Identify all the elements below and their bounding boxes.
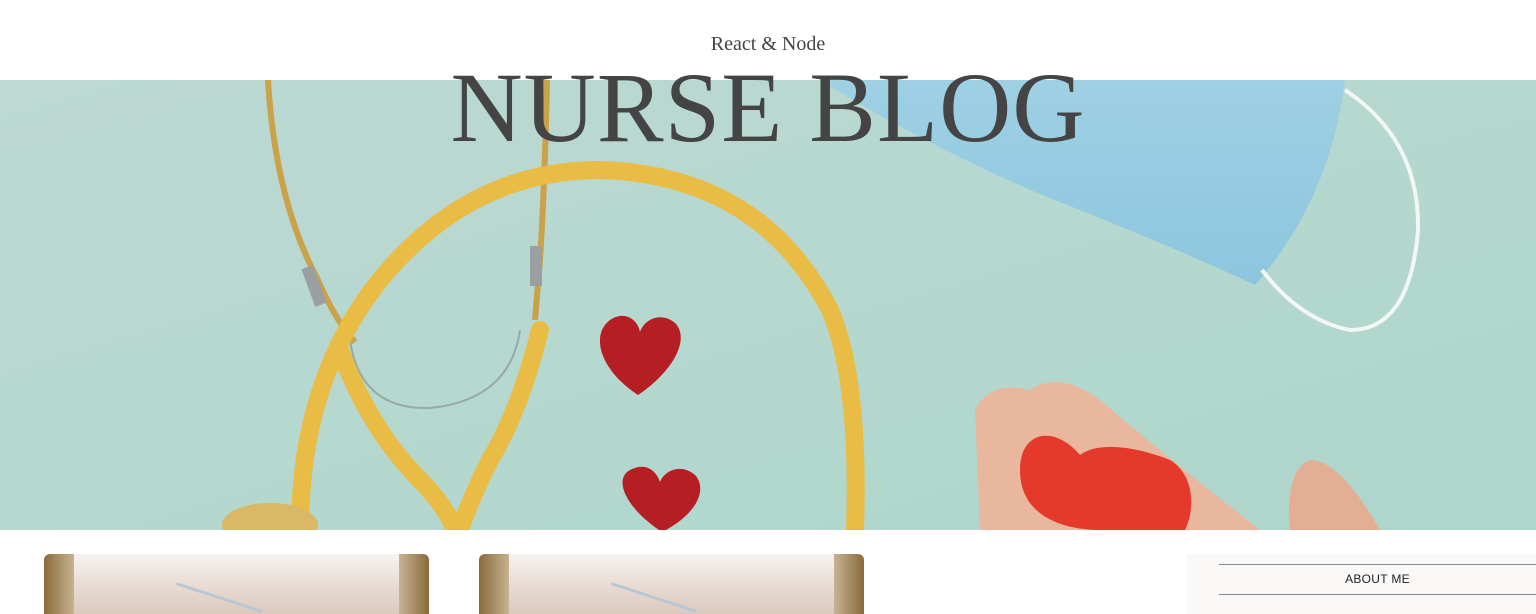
syringe-icon: [175, 582, 263, 613]
post-card-thumbnail[interactable]: [44, 554, 429, 614]
site-title[interactable]: NURSE BLOG: [0, 58, 1536, 158]
about-me-heading: ABOUT ME: [1219, 564, 1536, 595]
post-card-thumbnail[interactable]: [479, 554, 864, 614]
post-image: [74, 554, 399, 614]
syringe-icon: [610, 582, 698, 613]
sidebar: ABOUT ME: [1187, 554, 1536, 614]
post-image: [509, 554, 834, 614]
